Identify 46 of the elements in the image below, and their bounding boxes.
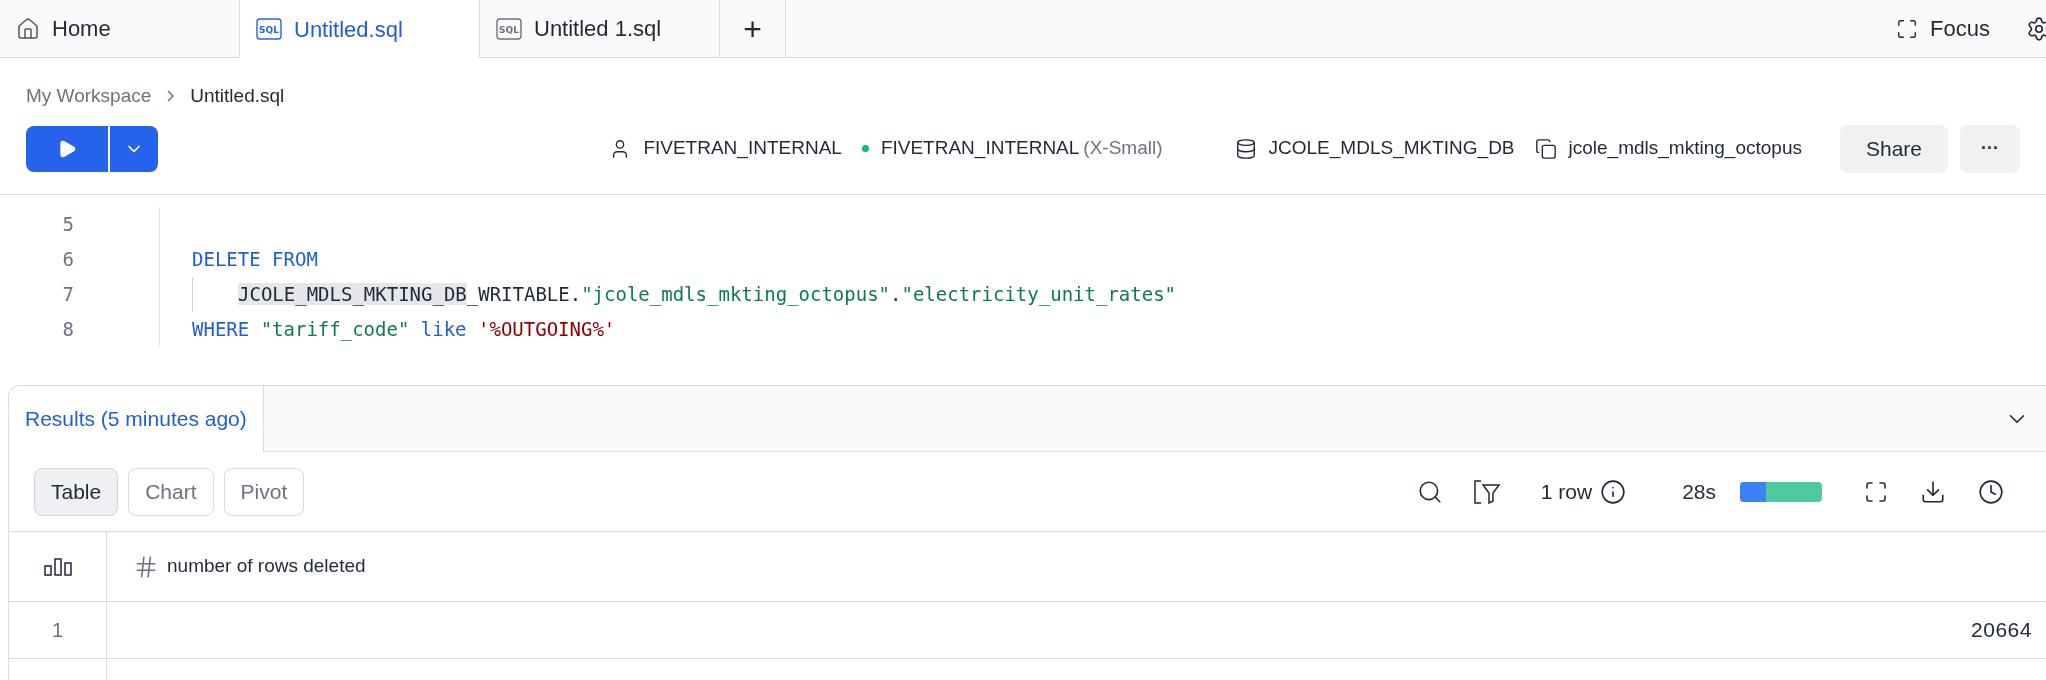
focus-icon: [1896, 17, 1919, 40]
database-name[interactable]: JCOLE_MDLS_MKTING_DB: [1268, 134, 1515, 163]
share-button[interactable]: Share: [1839, 124, 1948, 173]
code-line: JCOLE_MDLS_MKTING_DB_WRITABLE."jcole_mdls_mkting_octopus"."electricity_unit_rates": [238, 282, 1177, 308]
role-selector[interactable]: FIVETRAN_INTERNAL: [609, 134, 842, 163]
sql-file-icon: SQL: [256, 18, 282, 40]
results-tab[interactable]: Results (5 minutes ago): [9, 386, 264, 452]
info-icon[interactable]: [1600, 478, 1627, 505]
new-tab-button[interactable]: +: [720, 0, 786, 57]
role-name: FIVETRAN_INTERNAL: [643, 136, 842, 161]
expand-icon[interactable]: [1864, 479, 1888, 504]
chevron-icon: [167, 90, 175, 103]
breadcrumb-current: Untitled.sql: [190, 84, 285, 108]
schema-icon: [1534, 137, 1557, 160]
row-number: 1: [9, 602, 107, 658]
column-filter-icon[interactable]: [1472, 478, 1501, 505]
breadcrumb-link[interactable]: My Workspace: [26, 82, 152, 111]
run-options-button[interactable]: [110, 125, 158, 172]
line-number: 7: [61, 282, 75, 308]
sql-file-icon: SQL: [496, 17, 522, 40]
line-number: 5: [61, 212, 75, 238]
more-button[interactable]: ···: [1960, 124, 2020, 173]
play-icon: [57, 138, 77, 159]
code-line: WHERE "tariff_code" like '%OUTGOING%': [192, 317, 616, 343]
view-toggle[interactable]: Table: [34, 467, 119, 516]
database-icon: [1234, 137, 1257, 160]
home-icon: [16, 16, 40, 41]
settings-icon[interactable]: [2026, 15, 2046, 42]
column-stats-icon[interactable]: [43, 557, 72, 576]
line-number: 6: [61, 247, 75, 273]
row-count: 1 row: [1540, 478, 1593, 505]
file-tab[interactable]: SQL Untitled 1.sql: [480, 0, 720, 57]
warehouse-size: (X-Small): [1083, 136, 1163, 161]
query-duration: 28s: [1682, 478, 1716, 505]
table-cell-text: 20664: [1969, 617, 2033, 644]
focus-button[interactable]: Focus: [1884, 0, 2002, 57]
code-line: DELETE FROM: [192, 247, 318, 273]
view-toggle[interactable]: Chart: [128, 467, 214, 516]
line-number: 8: [61, 317, 75, 343]
column-header[interactable]: number of rows deleted: [107, 532, 2046, 601]
history-icon[interactable]: [1978, 478, 2004, 505]
schema-name[interactable]: jcole_mdls_mkting_octopus: [1568, 134, 1802, 163]
view-toggle[interactable]: Pivot: [223, 467, 305, 516]
warehouse-name[interactable]: FIVETRAN_INTERNAL: [880, 134, 1080, 163]
file-tab[interactable]: SQL Untitled.sql: [240, 0, 480, 58]
run-button[interactable]: [26, 125, 108, 172]
